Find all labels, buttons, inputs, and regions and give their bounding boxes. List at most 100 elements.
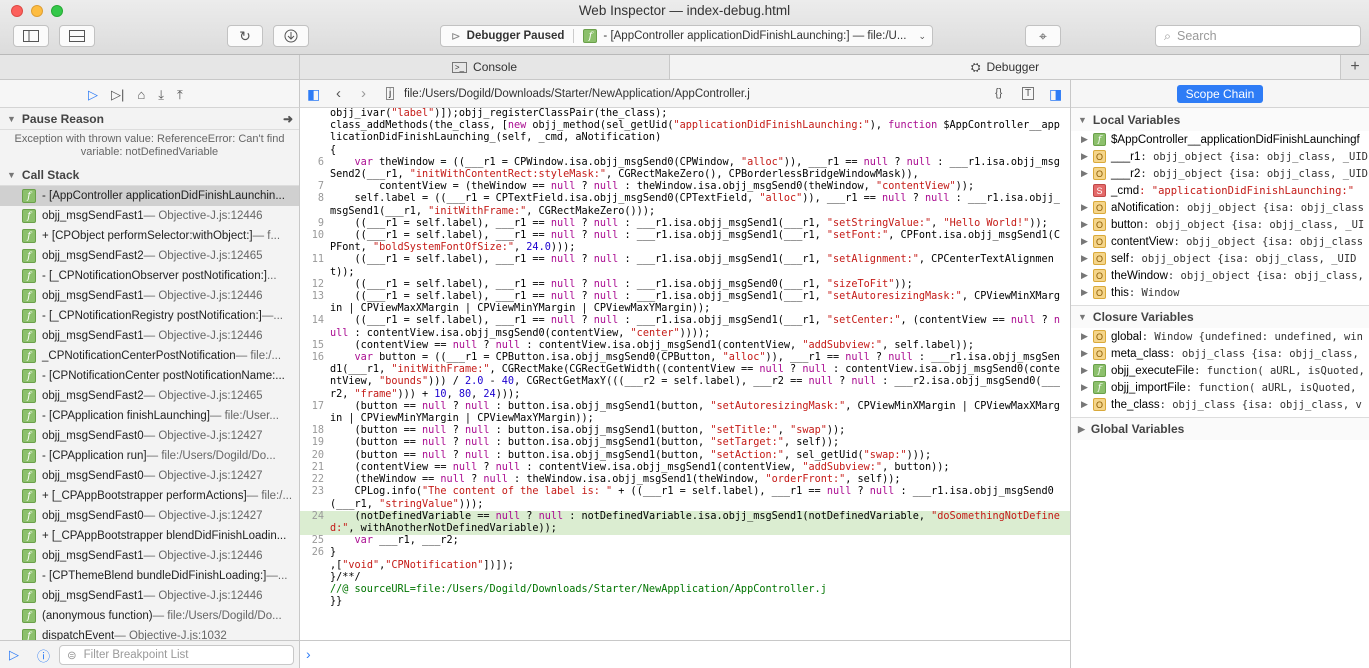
variable-row[interactable]: ▶ OaNotification: objj_object {isa: objj_… — [1071, 199, 1369, 216]
line-number[interactable]: 10 — [300, 230, 330, 254]
call-frame[interactable]: f - [CPApplication finishLaunching] — fil… — [0, 406, 299, 426]
line-number[interactable]: 6 — [300, 157, 330, 181]
variable-row[interactable]: ▶ Oglobal: Window {undefined: undefined, … — [1071, 328, 1369, 345]
step-out-icon[interactable]: ⤒ — [177, 87, 183, 103]
download-archive-button[interactable] — [273, 25, 309, 47]
variable-row[interactable]: ▶ OtheWindow: objj_object {isa: objj_clas… — [1071, 267, 1369, 284]
line-number[interactable]: 21 — [300, 462, 330, 474]
line-number[interactable]: 9 — [300, 218, 330, 230]
line-number[interactable] — [300, 596, 330, 608]
variable-row[interactable]: ▶ f objj_importFile: function( aURL, isQuo… — [1071, 379, 1369, 396]
call-frame[interactable]: f objj_msgSendFast0 — Objective-J.js:1242… — [0, 466, 299, 486]
variable-row[interactable]: ▶ Othis: Window — [1071, 284, 1369, 301]
call-frame[interactable]: f objj_msgSendFast2 — Objective-J.js:1246… — [0, 386, 299, 406]
step-into-icon[interactable]: ⤓ — [158, 87, 164, 103]
call-frame[interactable]: f - [CPApplication run] — file:/Users/Dog… — [0, 446, 299, 466]
line-number[interactable]: 15 — [300, 340, 330, 352]
global-variables-header[interactable]: ▶ Global Variables — [1071, 417, 1369, 440]
call-frame[interactable]: f objj_msgSendFast2 — Objective-J.js:1246… — [0, 246, 299, 266]
inspect-element-button[interactable]: ⌖ — [1025, 25, 1061, 47]
line-number[interactable]: 25 — [300, 535, 330, 547]
call-frame[interactable]: f - [CPThemeBlend bundleDidFinishLoading:… — [0, 566, 299, 586]
variable-row[interactable]: ▶ Obutton: objj_object {isa: objj_class, … — [1071, 216, 1369, 233]
breakpoints-toggle-icon[interactable]: ▷ — [88, 87, 98, 103]
source-code-editor[interactable]: objj_ivar("label")]);objj_registerClassP… — [300, 108, 1070, 640]
variable-row[interactable]: S _cmd: "applicationDidFinishLaunching:" — [1071, 182, 1369, 199]
filter-breakpoint-field[interactable]: ⊜ Filter Breakpoint List — [59, 645, 294, 665]
line-number[interactable] — [300, 572, 330, 584]
call-frame[interactable]: f objj_msgSendFast1 — Objective-J.js:1244… — [0, 326, 299, 346]
type-annotations-icon[interactable]: T — [1022, 87, 1035, 100]
variable-row[interactable]: ▶ Ometa_class: objj_class {isa: objj_clas… — [1071, 345, 1369, 362]
line-number[interactable]: 24 — [300, 511, 330, 535]
reload-button[interactable]: ↻ — [227, 25, 263, 47]
call-frame[interactable]: f objj_msgSendFast1 — Objective-J.js:1244… — [0, 586, 299, 606]
line-number[interactable]: 23 — [300, 486, 330, 510]
closure-variables-header[interactable]: ▼ Closure Variables — [1071, 305, 1369, 328]
line-number[interactable] — [300, 120, 330, 144]
call-frame[interactable]: f + [_CPAppBootstrapper performActions] —… — [0, 486, 299, 506]
tab-debugger[interactable]: ⛭ Debugger — [670, 55, 1340, 79]
go-to-arrow-icon[interactable]: ➜ — [283, 112, 293, 126]
local-variables-header[interactable]: ▼ Local Variables — [1071, 108, 1369, 131]
line-number[interactable] — [300, 145, 330, 157]
variable-row[interactable]: ▶ f $AppController__applicationDidFinishLa… — [1071, 131, 1369, 148]
call-frame[interactable]: f (anonymous function) — file:/Users/Dogi… — [0, 606, 299, 626]
sidebar-toggle-icon[interactable]: ◧ — [307, 86, 320, 103]
pretty-print-icon[interactable]: {} — [995, 87, 1002, 99]
call-frame[interactable]: f - [_CPNotificationObserver postNotifica… — [0, 266, 299, 286]
variable-row[interactable]: ▶ Oself: objj_object {isa: objj_class, _U… — [1071, 250, 1369, 267]
line-number[interactable] — [300, 108, 330, 120]
console-prompt[interactable]: › — [300, 640, 1070, 668]
breakpoints-icon[interactable]: ▷ — [9, 647, 19, 663]
variable-row[interactable]: ▶ f objj_executeFile: function( aURL, isQu… — [1071, 362, 1369, 379]
variable-row[interactable]: ▶ O ___r2: objj_object {isa: objj_class, _… — [1071, 165, 1369, 182]
line-number[interactable]: 11 — [300, 254, 330, 278]
call-frame[interactable]: f dispatchEvent — Objective-J.js:1032 — [0, 626, 299, 640]
search-field[interactable]: ⌕ Search — [1155, 25, 1361, 47]
activity-viewer[interactable]: ⊳ Debugger Paused f - [AppController app… — [440, 25, 933, 47]
call-frame[interactable]: f - [AppController applicationDidFinishLa… — [0, 186, 299, 206]
variable-row[interactable]: ▶ OcontentView: objj_object {isa: objj_cl… — [1071, 233, 1369, 250]
line-number[interactable]: 8 — [300, 193, 330, 217]
call-frame[interactable]: f objj_msgSendFast1 — Objective-J.js:1244… — [0, 206, 299, 226]
new-tab-button[interactable]: + — [1340, 55, 1369, 79]
line-number[interactable] — [300, 560, 330, 572]
call-frame[interactable]: f - [_CPNotificationRegistry postNotifica… — [0, 306, 299, 326]
pause-reason-header[interactable]: ▼ Pause Reason ➜ — [0, 108, 299, 130]
scope-chain-button[interactable]: Scope Chain — [1176, 84, 1264, 103]
line-number[interactable]: 18 — [300, 425, 330, 437]
call-frame[interactable]: f objj_msgSendFast1 — Objective-J.js:1244… — [0, 286, 299, 306]
file-path[interactable]: file:/Users/Dogild/Downloads/Starter/New… — [404, 88, 750, 100]
call-frame[interactable]: f objj_msgSendFast0 — Objective-J.js:1242… — [0, 506, 299, 526]
line-number[interactable]: 26 — [300, 547, 330, 559]
call-frame[interactable]: f + [CPObject performSelector:withObject:… — [0, 226, 299, 246]
back-arrow-icon[interactable]: ‹ — [336, 85, 341, 102]
info-icon[interactable]: ⓘ — [37, 646, 50, 665]
forward-arrow-icon[interactable]: › — [361, 85, 366, 102]
line-number[interactable]: 7 — [300, 181, 330, 193]
call-frame[interactable]: f objj_msgSendFast0 — Objective-J.js:1242… — [0, 426, 299, 446]
line-number[interactable]: 14 — [300, 315, 330, 339]
step-over-icon[interactable]: ⌂ — [137, 87, 145, 103]
tab-console[interactable]: >_ Console — [300, 55, 670, 79]
call-frame[interactable]: f - [CPNotificationCenter postNotificatio… — [0, 366, 299, 386]
line-number[interactable]: 22 — [300, 474, 330, 486]
toggle-console-drawer-button[interactable] — [59, 25, 95, 47]
toggle-navigation-sidebar-button[interactable] — [13, 25, 49, 47]
line-number[interactable]: 13 — [300, 291, 330, 315]
call-frame[interactable]: f objj_msgSendFast1 — Objective-J.js:1244… — [0, 546, 299, 566]
variable-row[interactable]: ▶ Othe_class: objj_class {isa: objj_class… — [1071, 396, 1369, 413]
call-stack-header[interactable]: ▼ Call Stack — [0, 164, 299, 186]
line-number[interactable]: 12 — [300, 279, 330, 291]
line-number[interactable]: 17 — [300, 401, 330, 425]
continue-icon[interactable]: ▷| — [111, 87, 124, 103]
variable-row[interactable]: ▶ O ___r1: objj_object {isa: objj_class, _… — [1071, 148, 1369, 165]
line-number[interactable]: 19 — [300, 437, 330, 449]
details-sidebar-toggle-icon[interactable]: ◨ — [1049, 86, 1062, 103]
call-frame[interactable]: f + [_CPAppBootstrapper blendDidFinishLoa… — [0, 526, 299, 546]
line-number[interactable] — [300, 584, 330, 596]
call-frame[interactable]: f _CPNotificationCenterPostNotification —… — [0, 346, 299, 366]
line-number[interactable]: 16 — [300, 352, 330, 401]
line-number[interactable]: 20 — [300, 450, 330, 462]
